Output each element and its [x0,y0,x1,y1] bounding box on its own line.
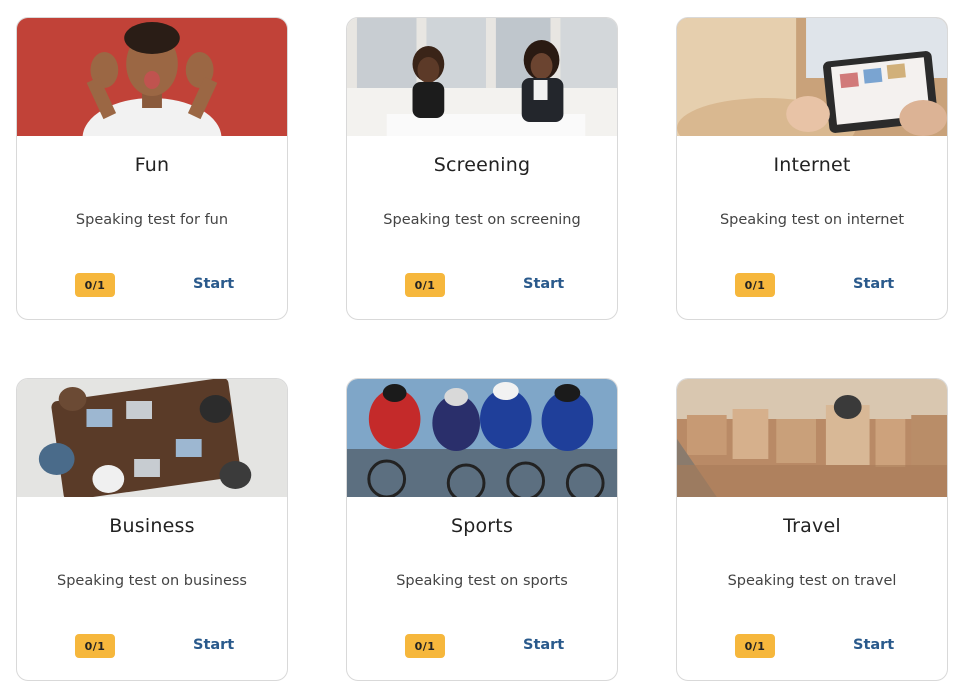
card-title: Fun [134,154,170,176]
business-meeting-table-photo [17,379,287,497]
test-card-sports[interactable]: Sports Speaking test on sports 0/1 Start [346,378,618,681]
test-card-screening[interactable]: Screening Speaking test on screening 0/1… [346,17,618,320]
card-description: Speaking test on travel [727,573,897,589]
card-footer: 0/1 Start [347,634,617,660]
card-title: Screening [433,154,531,176]
progress-badge: 0/1 [735,634,775,658]
start-button[interactable]: Start [193,276,234,292]
test-card-fun[interactable]: Fun Speaking test for fun 0/1 Start [16,17,288,320]
start-button[interactable]: Start [853,276,894,292]
two-women-interview-photo [347,18,617,136]
start-button[interactable]: Start [193,637,234,653]
start-button[interactable]: Start [523,637,564,653]
progress-badge: 0/1 [405,634,445,658]
card-footer: 0/1 Start [677,273,947,299]
test-card-business[interactable]: Business Speaking test on business 0/1 S… [16,378,288,681]
start-button[interactable]: Start [523,276,564,292]
test-card-travel[interactable]: Travel Speaking test on travel 0/1 Start [676,378,948,681]
progress-badge: 0/1 [75,634,115,658]
test-card-grid: Fun Speaking test for fun 0/1 Start Scre… [0,0,966,693]
card-footer: 0/1 Start [17,634,287,660]
card-footer: 0/1 Start [17,273,287,299]
city-rooftops-photo [677,379,947,497]
person-making-funny-face-photo [17,18,287,136]
card-footer: 0/1 Start [677,634,947,660]
card-title: Business [109,515,195,537]
cyclists-racing-photo [347,379,617,497]
card-description: Speaking test on internet [719,212,905,228]
start-button[interactable]: Start [853,637,894,653]
hands-on-tablet-photo [677,18,947,136]
card-description: Speaking test on sports [396,573,568,589]
progress-badge: 0/1 [405,273,445,297]
card-description: Speaking test on business [57,573,247,589]
card-title: Internet [773,154,851,176]
card-description: Speaking test on screening [383,212,581,228]
test-card-internet[interactable]: Internet Speaking test on internet 0/1 S… [676,17,948,320]
card-description: Speaking test for fun [75,212,229,228]
progress-badge: 0/1 [75,273,115,297]
card-title: Sports [450,515,514,537]
card-title: Travel [783,515,841,537]
card-footer: 0/1 Start [347,273,617,299]
progress-badge: 0/1 [735,273,775,297]
